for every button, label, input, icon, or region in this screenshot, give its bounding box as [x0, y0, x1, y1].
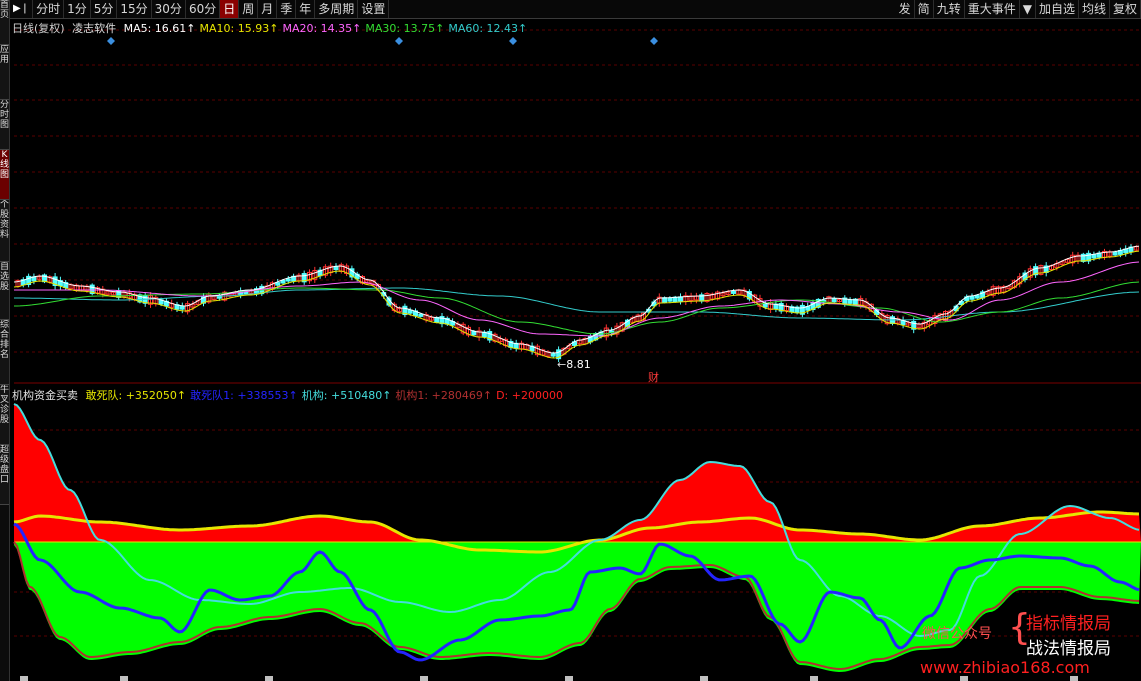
time-axis-tick-0	[20, 676, 28, 681]
indicator-legend-item-3: 机构1: +280469↑	[395, 389, 493, 402]
candle-body-60	[333, 266, 339, 271]
ma-legend-item-3: MA30: 13.75↑	[365, 22, 445, 35]
watermark-wechat: 微信公众号	[922, 626, 992, 642]
candle-body-51	[285, 278, 291, 282]
candle-body-135	[731, 290, 736, 294]
ma-legend-item-4: MA60: 12.43↑	[448, 22, 528, 35]
signal-diamond-3	[650, 37, 658, 45]
red-fill-area	[14, 404, 1141, 542]
kline-chart[interactable]	[0, 0, 1141, 681]
low-price-label: ←8.81	[557, 358, 591, 371]
watermark-url: www.zhibiao168.com	[920, 658, 1090, 677]
ma-legend-item-0: MA5: 16.61↑	[123, 22, 196, 35]
time-axis-tick-1	[120, 676, 128, 681]
watermark-line2: 战法情报局	[1026, 639, 1111, 659]
signal-diamond-2	[509, 37, 517, 45]
time-axis-tick-2	[265, 676, 273, 681]
candle-body-101	[550, 353, 556, 357]
stock-name: 凌志软件	[72, 22, 117, 35]
indicator-legend-item-4: D: +200000	[496, 389, 563, 402]
signal-diamond-1	[395, 37, 403, 45]
ma-legend-item-2: MA20: 14.35↑	[282, 22, 362, 35]
candle-body-180	[969, 296, 975, 300]
candle-body-207	[1112, 251, 1118, 256]
financial-event-marker[interactable]: 财	[648, 369, 659, 385]
candle-body-157	[847, 299, 853, 304]
signal-diamond-0	[107, 37, 115, 45]
watermark: 微信公众号 { 指标情报局 战法情报局 www.zhibiao168.com	[918, 607, 1133, 679]
candle-body-203	[1091, 254, 1097, 259]
time-axis-tick-5	[700, 676, 708, 681]
candle-body-76	[418, 313, 424, 317]
indicator-legend-item-2: 机构: +510480↑	[301, 389, 392, 402]
indicator-legend-item-0: 敢死队: +352050↑	[85, 389, 187, 402]
time-axis-tick-4	[565, 676, 573, 681]
indicator-legend: 机构资金买卖 敢死队: +352050↑ 敢死队1: +338553↑ 机构: +5…	[12, 387, 571, 403]
candle-body-154	[831, 297, 837, 303]
time-axis-tick-6	[810, 676, 818, 681]
candle-body-181	[974, 295, 980, 299]
indicator-title: 机构资金买卖	[12, 389, 78, 402]
indicator-legend-item-1: 敢死队1: +338553↑	[190, 389, 298, 402]
time-axis-tick-3	[420, 676, 428, 681]
ma-legend-item-1: MA10: 15.93↑	[199, 22, 279, 35]
watermark-line1: 指标情报局	[1026, 614, 1111, 634]
candle-body-50	[280, 280, 286, 284]
chart-title: 日线(复权)	[12, 22, 65, 35]
ma-legend: MA5: 16.61↑ MA10: 15.93↑ MA20: 14.35↑ MA30:…	[124, 22, 532, 35]
price-legend: 日线(复权) 凌志软件 MA5: 16.61↑ MA10: 15.93↑ MA20:…	[12, 20, 535, 36]
indicator-items: 敢死队: +352050↑ 敢死队1: +338553↑ 机构: +510480↑ 机…	[86, 389, 567, 402]
candle-body-31	[179, 306, 185, 310]
candle-body-123	[667, 297, 673, 302]
